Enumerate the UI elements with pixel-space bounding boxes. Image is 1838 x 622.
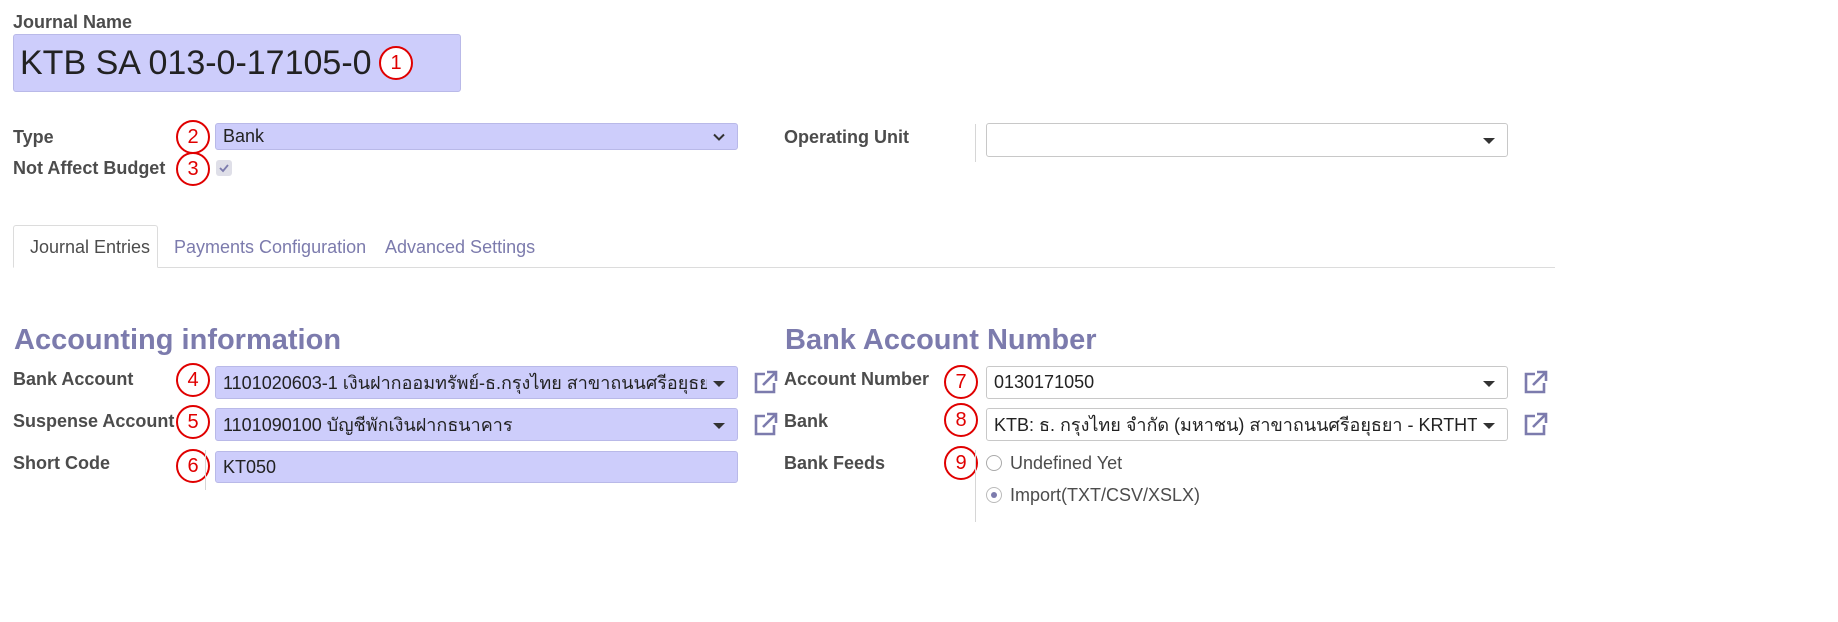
external-link-icon[interactable] bbox=[750, 410, 780, 440]
annotation-marker-3: 3 bbox=[176, 152, 210, 186]
bank-feeds-label: Bank Feeds bbox=[784, 453, 886, 473]
accounting-section-title: Accounting information bbox=[14, 324, 342, 356]
tab-journal-entries[interactable]: Journal Entries bbox=[13, 225, 158, 268]
short-code-input[interactable]: KT050 bbox=[215, 451, 738, 483]
not-affect-budget-label: Not Affect Budget bbox=[13, 158, 166, 178]
journal-name-label: Journal Name bbox=[13, 12, 133, 32]
annotation-marker-5: 5 bbox=[176, 405, 210, 439]
short-code-value: KT050 bbox=[223, 456, 277, 477]
not-affect-budget-checkbox[interactable] bbox=[216, 160, 232, 176]
annotation-marker-9: 9 bbox=[944, 446, 978, 480]
annotation-marker-2: 2 bbox=[176, 120, 210, 154]
bank-select[interactable]: KTB: ธ. กรุงไทย จำกัด (มหาชน) สาขาถนนศรี… bbox=[986, 408, 1508, 441]
bank-feeds-option-label: Undefined Yet bbox=[1010, 453, 1123, 473]
column-divider bbox=[975, 450, 976, 522]
annotation-marker-1: 1 bbox=[379, 46, 413, 80]
type-value: Bank bbox=[223, 126, 265, 146]
caret-down-icon bbox=[713, 380, 725, 387]
bank-account-label: Bank Account bbox=[13, 369, 134, 389]
caret-down-icon bbox=[1483, 380, 1495, 387]
tab-payments-configuration[interactable]: Payments Configuration bbox=[174, 237, 366, 258]
short-code-label: Short Code bbox=[13, 453, 110, 473]
tab-label: Journal Entries bbox=[30, 237, 151, 257]
column-divider bbox=[205, 450, 206, 490]
bank-account-select[interactable]: 1101020603-1 เงินฝากออมทรัพย์-ธ.กรุงไทย … bbox=[215, 366, 738, 399]
external-link-icon[interactable] bbox=[1520, 410, 1550, 440]
account-number-label: Account Number bbox=[784, 369, 930, 389]
type-label: Type bbox=[13, 127, 54, 147]
checkmark-icon bbox=[219, 164, 229, 173]
suspense-account-select[interactable]: 1101090100 บัญชีพักเงินฝากธนาคาร bbox=[215, 408, 738, 441]
suspense-account-label: Suspense Account bbox=[13, 411, 175, 431]
annotation-marker-4: 4 bbox=[176, 363, 210, 397]
suspense-account-value: 1101090100 บัญชีพักเงินฝากธนาคาร bbox=[223, 415, 513, 435]
bank-feeds-radio-import[interactable] bbox=[986, 487, 1002, 503]
bank-label: Bank bbox=[784, 411, 829, 431]
external-link-icon[interactable] bbox=[1520, 368, 1550, 398]
external-link-icon[interactable] bbox=[750, 368, 780, 398]
bank-account-value: 1101020603-1 เงินฝากออมทรัพย์-ธ.กรุงไทย … bbox=[223, 373, 707, 393]
bank-account-number-section-title: Bank Account Number bbox=[785, 324, 1097, 356]
account-number-select[interactable]: 0130171050 bbox=[986, 366, 1508, 399]
account-number-value: 0130171050 bbox=[994, 372, 1095, 392]
annotation-marker-8: 8 bbox=[944, 403, 978, 437]
caret-down-icon bbox=[1483, 422, 1495, 429]
type-select[interactable]: Bank bbox=[215, 123, 738, 150]
operating-unit-select[interactable] bbox=[986, 123, 1508, 157]
annotation-marker-7: 7 bbox=[944, 365, 978, 399]
caret-down-icon bbox=[1483, 138, 1495, 144]
tab-bar-line bbox=[13, 267, 1555, 268]
tab-advanced-settings[interactable]: Advanced Settings bbox=[385, 237, 535, 258]
chevron-down-icon bbox=[713, 133, 725, 141]
column-divider bbox=[975, 124, 976, 162]
bank-feeds-option-label: Import(TXT/CSV/XSLX) bbox=[1010, 485, 1201, 505]
bank-value: KTB: ธ. กรุงไทย จำกัด (มหาชน) สาขาถนนศรี… bbox=[994, 415, 1477, 435]
bank-feeds-radio-undefined[interactable] bbox=[986, 455, 1002, 471]
operating-unit-label: Operating Unit bbox=[784, 127, 909, 147]
caret-down-icon bbox=[713, 422, 725, 429]
